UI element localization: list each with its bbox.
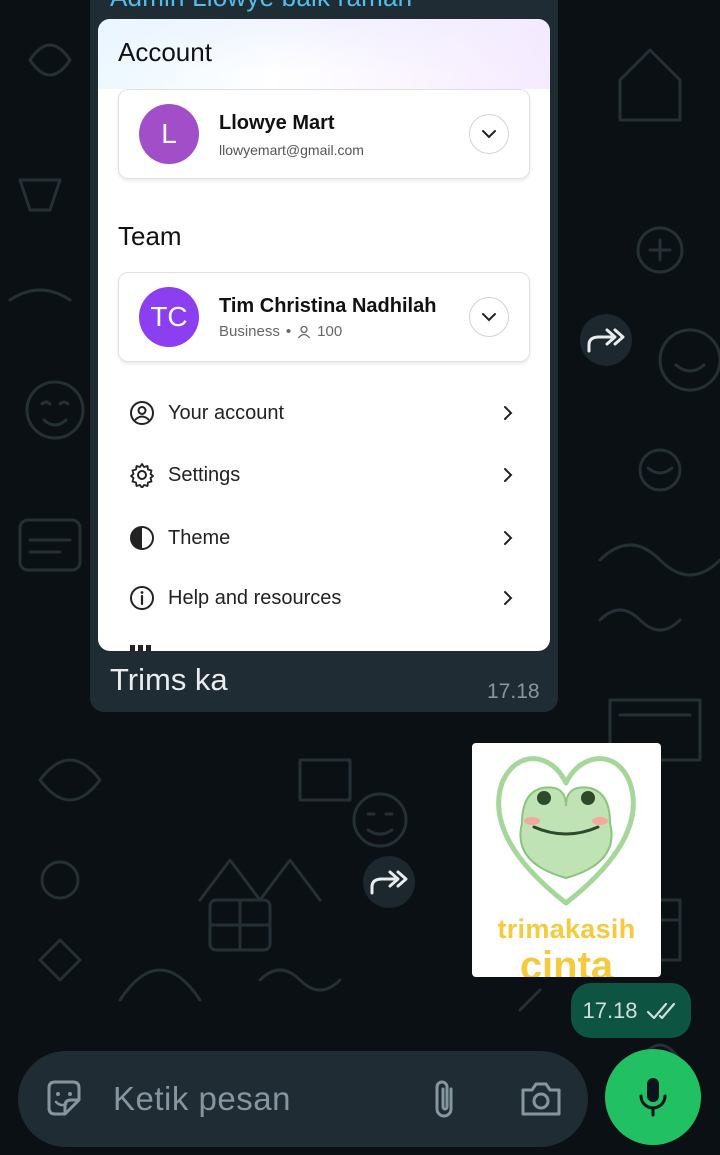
account-section-title: Account (118, 37, 212, 67)
sticker-icon[interactable] (42, 1077, 86, 1121)
cut-off-menu-item (130, 645, 154, 651)
camera-icon[interactable] (516, 1077, 566, 1121)
account-name: Llowye Mart (219, 112, 335, 134)
chevron-right-icon (504, 591, 513, 605)
menu-item-your-account: Your account (128, 393, 518, 433)
chevron-right-icon (504, 531, 513, 545)
account-avatar: L (139, 104, 199, 164)
menu-item-label: Settings (168, 463, 241, 486)
forward-button[interactable] (580, 314, 632, 366)
half-circle-icon (128, 524, 156, 552)
info-icon (128, 584, 156, 612)
microphone-icon (639, 1078, 667, 1117)
menu-item-label: Theme (168, 526, 231, 549)
sticker-text-line2: cinta (519, 944, 614, 977)
team-card: TC Tim Christina Nadhilah Business • 100 (118, 272, 530, 362)
incoming-message-text: Trims ka (110, 662, 228, 697)
team-section-title: Team (118, 221, 182, 251)
outgoing-message-time: 17.18 (582, 997, 638, 1023)
attach-icon[interactable] (422, 1075, 466, 1123)
message-composer[interactable]: Ketik pesan (18, 1051, 588, 1147)
account-email: llowyemart@gmail.com (219, 142, 364, 158)
team-avatar: TC (139, 287, 199, 347)
menu-item-theme: Theme (128, 518, 518, 558)
forward-icon (587, 328, 625, 353)
menu-item-settings: Settings (128, 455, 518, 495)
voice-message-button[interactable] (605, 1049, 701, 1145)
sticker-message[interactable]: trimakasih cinta (472, 743, 661, 977)
chevron-down-icon (469, 114, 509, 154)
double-check-icon (646, 1002, 675, 1019)
chevron-down-icon (469, 297, 509, 337)
shared-screenshot-image[interactable]: Account L Llowye Mart llowyemart@gmail.c… (98, 19, 550, 651)
incoming-message-time: 17.18 (487, 680, 540, 703)
menu-item-label: Your account (168, 401, 285, 424)
message-input[interactable]: Ketik pesan (113, 1080, 291, 1118)
forward-icon (370, 870, 408, 895)
team-name: Tim Christina Nadhilah (219, 295, 437, 317)
forward-button[interactable] (363, 856, 415, 908)
team-meta: Business • 100 (219, 323, 342, 340)
frog-heart-illustration (496, 756, 636, 906)
menu-item-label: Help and resources (168, 586, 342, 609)
dot-separator: • (285, 323, 292, 340)
user-circle-icon (128, 399, 156, 427)
person-icon (298, 325, 311, 338)
menu-item-help: Help and resources (128, 578, 518, 618)
team-plan: Business (219, 323, 280, 340)
chevron-right-icon (504, 406, 513, 420)
sticker-text-line1: trimakasih (497, 914, 636, 944)
account-card: L Llowye Mart llowyemart@gmail.com (118, 89, 530, 179)
outgoing-time-pill: 17.18 (571, 983, 691, 1038)
sender-name: Admin Llowye baik ramah (110, 0, 412, 13)
team-member-count: 100 (317, 323, 343, 340)
gear-icon (128, 461, 156, 489)
chevron-right-icon (504, 468, 513, 482)
